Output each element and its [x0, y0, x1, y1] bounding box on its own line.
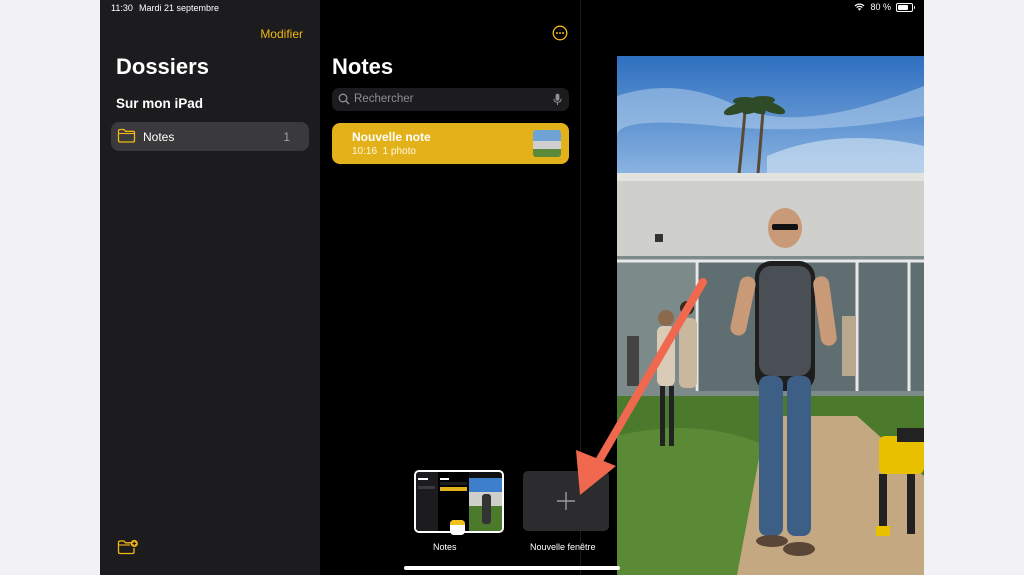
search-field[interactable]: Rechercher: [332, 88, 569, 111]
note-thumbnail: [533, 130, 561, 157]
ipad-screen: 11:30 Mardi 21 septembre 80 % Modifier D…: [100, 0, 924, 575]
plus-icon: [557, 492, 575, 510]
note-photo: [617, 56, 924, 575]
note-title: Nouvelle note: [352, 130, 431, 144]
more-options-icon[interactable]: [552, 25, 568, 41]
folder-label: Notes: [143, 130, 175, 144]
battery-percent: 80 %: [870, 2, 891, 12]
folder-item-notes[interactable]: Notes 1: [111, 122, 309, 151]
microphone-icon[interactable]: [553, 93, 562, 106]
battery-icon: [896, 2, 915, 12]
note-attachment-count: 1 photo: [382, 146, 416, 157]
photo-illustration: [617, 56, 924, 575]
wifi-icon: [855, 3, 865, 11]
section-header: Sur mon iPad: [116, 96, 204, 111]
note-meta: 10:16 1 photo: [352, 146, 416, 157]
folder-count: 1: [283, 130, 290, 144]
status-right: 80 %: [854, 2, 915, 12]
notes-title: Notes: [332, 54, 394, 79]
status-date: Mardi 21 septembre: [139, 3, 220, 13]
new-window-label: Nouvelle fenêtre: [530, 542, 596, 552]
notes-app-icon: [450, 520, 465, 535]
note-time: 10:16: [352, 146, 378, 157]
status-time: 11:30: [111, 3, 133, 13]
edit-button[interactable]: Modifier: [260, 27, 303, 41]
folders-sidebar: Modifier Dossiers Sur mon iPad Notes 1: [100, 0, 320, 575]
search-placeholder: Rechercher: [354, 93, 414, 105]
shelf-app-label: Notes: [433, 542, 457, 552]
new-window-button[interactable]: [523, 471, 609, 531]
status-bar: 11:30 Mardi 21 septembre 80 %: [100, 0, 924, 16]
search-icon: [338, 93, 350, 105]
new-folder-icon[interactable]: [117, 539, 139, 555]
sidebar-title: Dossiers: [116, 54, 209, 79]
folder-icon: [117, 128, 136, 143]
note-item[interactable]: Nouvelle note 10:16 1 photo: [332, 123, 569, 164]
home-indicator[interactable]: [404, 566, 620, 570]
